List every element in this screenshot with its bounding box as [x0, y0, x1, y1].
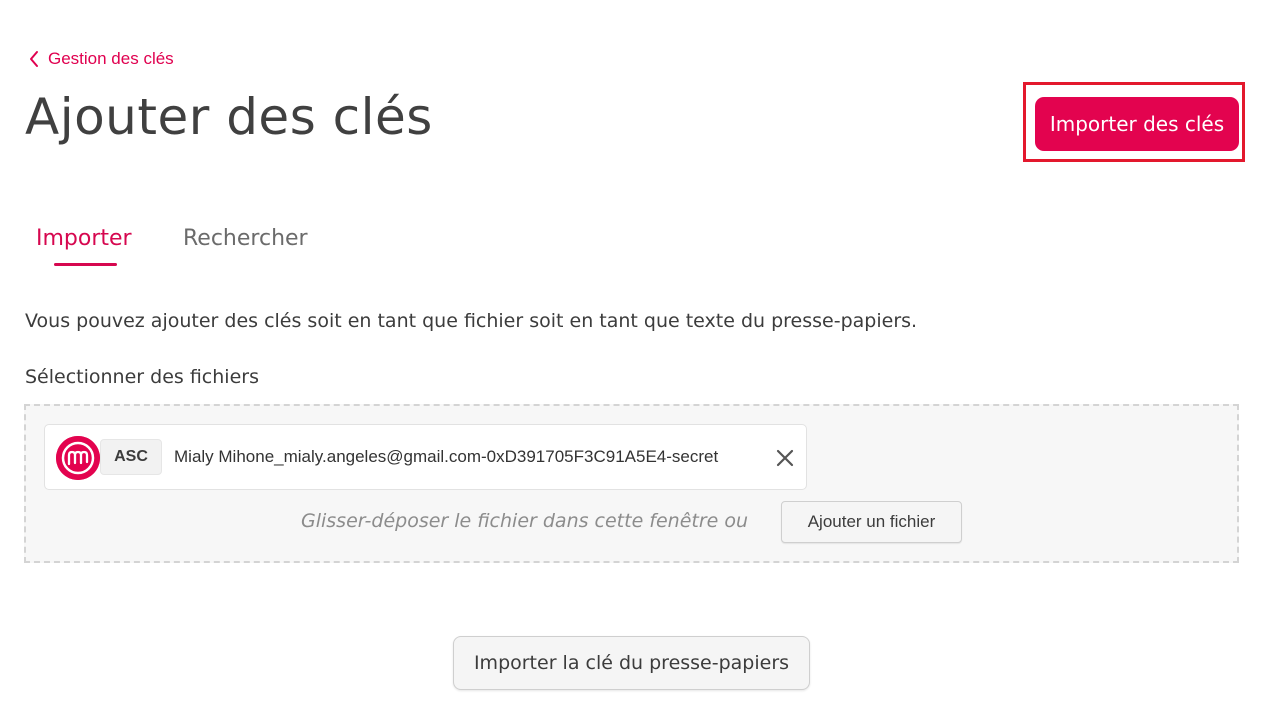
tab-search[interactable]: Rechercher [183, 226, 308, 251]
breadcrumb[interactable]: Gestion des clés [28, 49, 174, 69]
add-file-button[interactable]: Ajouter un fichier [781, 501, 962, 543]
drop-hint-text: Glisser-déposer le fichier dans cette fe… [301, 510, 749, 532]
close-icon[interactable] [774, 447, 796, 469]
active-tab-indicator [54, 263, 117, 266]
tab-import[interactable]: Importer [36, 226, 132, 251]
description-text: Vous pouvez ajouter des clés soit en tan… [25, 310, 918, 332]
select-files-label: Sélectionner des fichiers [25, 366, 259, 388]
import-keys-button[interactable]: Importer des clés [1035, 97, 1239, 151]
page-title: Ajouter des clés [25, 88, 433, 146]
file-type-badge: ASC [100, 439, 162, 475]
remove-file-button[interactable] [774, 447, 796, 469]
breadcrumb-label[interactable]: Gestion des clés [48, 49, 174, 69]
file-item: ASC Mialy Mihone_mialy.angeles@gmail.com… [44, 424, 807, 490]
mailvelope-logo-icon [56, 436, 100, 480]
file-name: Mialy Mihone_mialy.angeles@gmail.com-0xD… [174, 447, 719, 466]
chevron-left-icon [28, 50, 40, 68]
add-keys-page: Gestion des clés Ajouter des clés Import… [0, 0, 1270, 712]
import-clipboard-button[interactable]: Importer la clé du presse-papiers [453, 636, 810, 690]
